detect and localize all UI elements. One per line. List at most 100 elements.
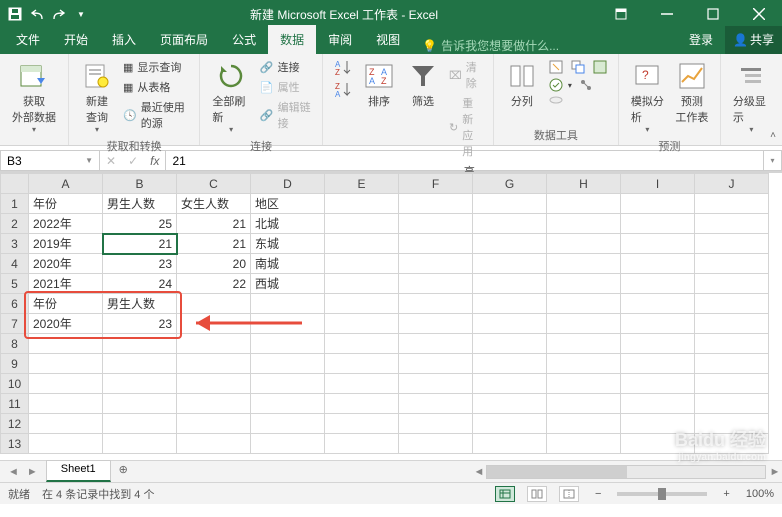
cell[interactable]: 地区 xyxy=(251,194,325,214)
login-button[interactable]: 登录 xyxy=(677,25,725,54)
whatif-button[interactable]: ? 模拟分析 ▾ xyxy=(627,58,668,136)
connections-button[interactable]: 🔗连接 xyxy=(258,58,314,76)
cell[interactable] xyxy=(695,334,769,354)
tab-formula[interactable]: 公式 xyxy=(220,25,268,54)
cell[interactable] xyxy=(695,314,769,334)
cell[interactable] xyxy=(177,354,251,374)
row-header[interactable]: 1 xyxy=(1,194,29,214)
cell[interactable] xyxy=(325,274,399,294)
cell[interactable] xyxy=(695,274,769,294)
tab-home[interactable]: 开始 xyxy=(52,25,100,54)
cell[interactable] xyxy=(399,414,473,434)
row-header[interactable]: 13 xyxy=(1,434,29,454)
select-all-corner[interactable] xyxy=(1,174,29,194)
cell[interactable]: 年份 xyxy=(29,294,103,314)
cell[interactable] xyxy=(399,434,473,454)
cell[interactable] xyxy=(473,314,547,334)
outline-button[interactable]: 分级显示 ▾ xyxy=(729,58,774,136)
cell[interactable] xyxy=(29,334,103,354)
cell[interactable] xyxy=(325,334,399,354)
cell[interactable] xyxy=(547,354,621,374)
cell[interactable] xyxy=(621,234,695,254)
cell[interactable] xyxy=(251,354,325,374)
cell[interactable] xyxy=(177,394,251,414)
cell[interactable]: 21 xyxy=(177,214,251,234)
cell[interactable] xyxy=(695,254,769,274)
row-header[interactable]: 5 xyxy=(1,274,29,294)
cell[interactable] xyxy=(473,234,547,254)
relationships-button[interactable] xyxy=(576,76,596,94)
zoom-slider[interactable] xyxy=(617,492,707,496)
cell[interactable] xyxy=(473,394,547,414)
cell[interactable] xyxy=(621,214,695,234)
cell[interactable] xyxy=(251,434,325,454)
cell[interactable] xyxy=(325,434,399,454)
minimize-icon[interactable] xyxy=(644,0,690,28)
cell[interactable] xyxy=(621,374,695,394)
cell[interactable] xyxy=(399,374,473,394)
col-header[interactable]: F xyxy=(399,174,473,194)
show-queries-button[interactable]: ▦显示查询 xyxy=(121,58,191,76)
cell[interactable] xyxy=(547,374,621,394)
expand-formula-icon[interactable]: ▾ xyxy=(764,150,782,171)
cell[interactable] xyxy=(695,354,769,374)
cell[interactable]: 22 xyxy=(177,274,251,294)
row-header[interactable]: 7 xyxy=(1,314,29,334)
cell[interactable]: 21 xyxy=(103,234,177,254)
cell[interactable] xyxy=(325,254,399,274)
col-header[interactable]: J xyxy=(695,174,769,194)
cell[interactable] xyxy=(325,374,399,394)
cell[interactable] xyxy=(177,434,251,454)
cell[interactable] xyxy=(621,354,695,374)
cell[interactable] xyxy=(473,334,547,354)
cell[interactable] xyxy=(547,414,621,434)
cell[interactable] xyxy=(695,294,769,314)
cell[interactable] xyxy=(325,234,399,254)
cell[interactable] xyxy=(251,314,325,334)
cell[interactable] xyxy=(251,334,325,354)
chevron-down-icon[interactable]: ▼ xyxy=(85,156,93,165)
qat-customize-icon[interactable]: ▼ xyxy=(72,5,90,23)
cell[interactable]: 年份 xyxy=(29,194,103,214)
cell[interactable] xyxy=(325,294,399,314)
cell[interactable] xyxy=(473,434,547,454)
remove-duplicates-button[interactable] xyxy=(568,58,588,76)
cell[interactable]: 23 xyxy=(103,314,177,334)
share-button[interactable]: 👤共享 xyxy=(725,26,782,54)
tab-layout[interactable]: 页面布局 xyxy=(148,25,220,54)
cell[interactable] xyxy=(103,394,177,414)
tab-review[interactable]: 审阅 xyxy=(316,25,364,54)
redo-icon[interactable] xyxy=(50,5,68,23)
cell[interactable] xyxy=(473,374,547,394)
cell[interactable] xyxy=(621,274,695,294)
tell-me[interactable]: 💡告诉我您想要做什么... xyxy=(422,37,559,54)
hscroll-right-icon[interactable]: ► xyxy=(768,466,782,478)
sheet-nav-prev-icon[interactable]: ◄ xyxy=(8,466,19,478)
cell[interactable] xyxy=(473,354,547,374)
cell[interactable] xyxy=(621,434,695,454)
sheet-nav-next-icon[interactable]: ► xyxy=(27,466,38,478)
add-sheet-button[interactable]: ⊕ xyxy=(111,461,136,482)
cell[interactable] xyxy=(547,294,621,314)
cell[interactable] xyxy=(177,314,251,334)
cell[interactable] xyxy=(29,434,103,454)
col-header[interactable]: H xyxy=(547,174,621,194)
new-query-button[interactable]: 新建 查询 ▾ xyxy=(77,58,117,136)
cell[interactable] xyxy=(547,274,621,294)
zoom-level[interactable]: 100% xyxy=(746,488,774,500)
cell[interactable] xyxy=(473,214,547,234)
hscrollbar[interactable] xyxy=(486,465,766,479)
cell[interactable] xyxy=(695,214,769,234)
col-header[interactable]: D xyxy=(251,174,325,194)
cell[interactable]: 2021年 xyxy=(29,274,103,294)
cell[interactable] xyxy=(29,414,103,434)
cell[interactable] xyxy=(251,394,325,414)
col-header[interactable]: A xyxy=(29,174,103,194)
sort-za-button[interactable]: ZA xyxy=(331,80,355,100)
cell[interactable] xyxy=(103,354,177,374)
cell[interactable]: 西城 xyxy=(251,274,325,294)
cell[interactable] xyxy=(695,434,769,454)
cell[interactable] xyxy=(325,354,399,374)
edit-links-button[interactable]: 🔗编辑链接 xyxy=(258,98,314,132)
cell[interactable] xyxy=(325,314,399,334)
